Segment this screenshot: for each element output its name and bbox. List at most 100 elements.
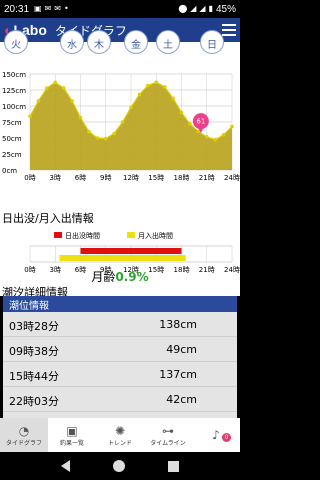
tide-point [103,136,108,141]
notification-icons: ▣ ✉ ✉ • [34,5,69,13]
tab-tide-graph[interactable]: ◔ タイドグラフ [0,418,48,452]
sun-moon-section: 日出没/月入出情報 日出没時間 月入出時間 0時 3時 6時 9時 12時 15時 18時 21時… [0,198,240,299]
x-tick-label: 24時 [224,174,240,182]
tide-point [112,131,116,136]
tab-label: タイドグラフ [5,439,42,447]
y-tick-label: 75cm [2,119,22,127]
tide-point [213,138,217,142]
tide-point [53,80,58,85]
day-button[interactable]: 木 [87,30,111,54]
tide-detail-header: 潮位情報 [3,296,237,312]
moon-bar [59,255,186,261]
tide-row: 15時44分 137cm [3,362,237,387]
tide-height: 138cm [159,318,197,331]
tide-point [179,110,184,115]
moon-age-label: 月齢 [91,270,116,284]
tide-height: 42cm [166,393,197,406]
x-tick-label: 3時 [50,174,61,182]
tide-point [120,120,125,124]
tide-point [146,83,150,88]
tide-time: 22時03分 [9,395,59,408]
y-tick-label: 0cm [2,167,17,175]
x-tick-label: 0時 [24,174,35,182]
tide-time: 09時38分 [9,345,59,358]
tide-point [204,134,209,139]
tab-catch-list[interactable]: ▣ 釣果一覧 [48,418,96,452]
screen: { "status": { "time": "20:31", "battery"… [0,0,240,480]
battery-icon: ▮ [208,4,213,13]
tab-notifications[interactable]: ♪ 0 [192,418,240,452]
day-button[interactable]: 火 [4,30,28,54]
tide-chart[interactable]: 150cm 125cm 100cm 75cm 50cm 25cm 0cm 0時 3時 6時 9時 12… [0,64,240,198]
tide-point [61,86,66,90]
day-button[interactable]: 金 [124,30,148,54]
tide-time: 15時44分 [9,370,59,383]
tide-point [87,129,91,134]
tide-row: 09時38分 49cm [3,337,237,362]
tide-point [36,99,41,103]
x-tick-label: 9時 [100,174,111,182]
clock-icon: ◔ [18,423,30,438]
tide-height: 137cm [159,368,197,381]
home-icon[interactable] [112,460,125,472]
day-button[interactable]: 水 [60,30,84,54]
wifi-icon: ◢ [190,4,197,13]
tide-point [221,133,226,137]
tide-point [171,96,175,101]
legend-moon-label: 月入出時間 [138,231,173,240]
tide-row: 22時03分 42cm [3,387,237,412]
hamburger-menu-icon[interactable] [222,24,236,36]
status-bar: 20:31 ▣ ✉ ✉ • ⬤ ◢ ◢ ▮ 45% [0,0,240,18]
status-time: 20:31 [4,3,30,15]
tab-bar: ◔ タイドグラフ ▣ 釣果一覧 ✺ トレンド ⊶ タイムライン ♪ 0 [0,418,240,452]
tide-point [230,124,234,129]
legend-sun-swatch [54,232,62,238]
current-marker-label: 61 [196,118,205,126]
x-tick-label: 21時 [199,174,215,182]
x-tick-label: 12時 [123,174,139,182]
tide-point [95,136,100,140]
day-selector: 火 水 木 金 土 日 [0,30,240,64]
y-tick-label: 150cm [2,71,26,79]
timeline-icon: ⊶ [162,423,174,438]
moon-age: 月齢0.9% [0,268,240,285]
tide-point [154,80,159,85]
tide-detail-table: 潮位情報 03時28分 138cm 09時38分 49cm 15時44分 137… [3,296,237,418]
status-right: ⬤ ◢ ◢ ▮ 45% [178,4,236,15]
recent-apps-icon[interactable] [167,460,179,472]
bulb-icon: ✺ [114,423,126,438]
day-button[interactable]: 日 [200,30,224,54]
tab-label: 釣果一覧 [59,439,84,447]
tide-point [162,85,167,89]
sun-bar [80,248,182,254]
location-icon: ⬤ [178,4,188,13]
day-button[interactable]: 土 [156,30,180,54]
tide-point [129,105,133,110]
tide-height: 49cm [166,343,197,356]
tab-timeline[interactable]: ⊶ タイムライン [144,418,192,452]
y-tick-label: 50cm [2,135,22,143]
photo-icon: ▣ [66,423,78,438]
legend-sun-label: 日出没時間 [65,231,100,240]
back-icon[interactable] [61,460,71,472]
tab-label: タイムライン [150,439,186,447]
mail-icon: ✉ [54,4,61,13]
battery-percent: 45% [215,3,236,15]
y-tick-label: 125cm [2,87,26,95]
tide-time: 03時28分 [9,320,59,333]
tab-label: トレンド [107,439,132,447]
y-tick-label: 100cm [2,103,26,111]
tide-point [137,92,142,97]
mail-icon: ✉ [44,4,52,13]
tide-point [28,114,32,119]
x-tick-label: 18時 [174,174,190,182]
x-tick-label: 15時 [148,174,164,182]
moon-age-value: 0.9% [115,270,149,284]
signal-icon: ◢ [199,4,206,13]
photo-icon: ▣ [34,4,42,13]
tab-trend[interactable]: ✺ トレンド [96,418,144,452]
bell-icon: ♪ [212,428,220,442]
y-tick-label: 25cm [2,151,22,159]
notification-badge: 0 [222,433,231,442]
system-nav-bar [0,452,240,480]
